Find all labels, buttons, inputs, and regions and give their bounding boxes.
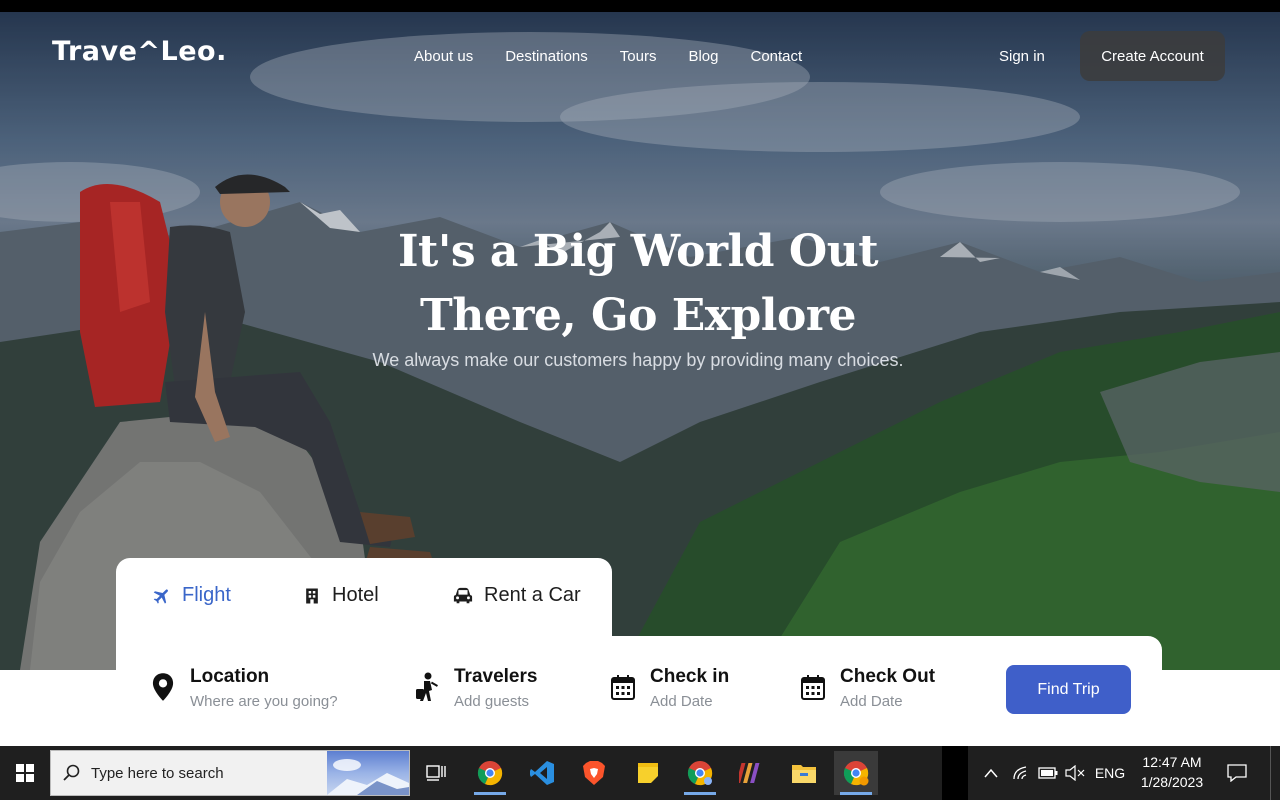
check-out-field[interactable]: Check Out Add Date — [800, 666, 935, 710]
brand-logo[interactable]: Trave^Leo. — [52, 36, 227, 67]
clock-date: 1/28/2023 — [1140, 774, 1204, 790]
taskbar-app-file-explorer[interactable] — [782, 751, 826, 795]
hotel-icon — [306, 588, 318, 603]
chrome-icon — [477, 761, 503, 786]
folder-icon — [792, 765, 816, 783]
calendar-icon — [800, 672, 826, 702]
create-account-button[interactable]: Create Account — [1080, 31, 1225, 81]
input-language-button[interactable]: ENG — [1092, 746, 1128, 800]
task-view-button[interactable] — [414, 751, 458, 795]
nav-links: About us Destinations Tours Blog Contact — [414, 48, 802, 65]
tab-rent-a-car-label: Rent a Car — [484, 584, 581, 606]
hero-headline-line-1: It's a Big World Out — [397, 226, 879, 277]
tab-hotel-label: Hotel — [332, 584, 379, 606]
search-highlight-image — [327, 751, 409, 795]
task-view-icon — [426, 765, 446, 781]
traveler-icon — [414, 672, 440, 702]
brave-icon — [583, 761, 605, 785]
location-pin-icon — [150, 672, 176, 702]
taskbar-separator — [942, 746, 968, 800]
clock-time: 12:47 AM — [1142, 754, 1202, 770]
system-clock[interactable]: 12:47 AM 1/28/2023 — [1130, 752, 1214, 792]
location-field[interactable]: Location Where are you going? — [150, 666, 338, 710]
booking-tabs: Flight Hotel Rent a Car — [116, 558, 612, 648]
taskbar-app-winrar[interactable] — [730, 751, 774, 795]
booking-search-panel: Location Where are you going? Travelers … — [116, 636, 1162, 744]
taskbar-app-chrome-active[interactable] — [834, 751, 878, 795]
screen: Trave^Leo. About us Destinations Tours B… — [0, 0, 1280, 800]
calendar-icon — [610, 672, 636, 702]
nav-link-blog[interactable]: Blog — [688, 48, 718, 65]
travelers-placeholder: Add guests — [454, 693, 530, 710]
network-button[interactable] — [1008, 746, 1034, 800]
tab-hotel[interactable]: Hotel — [302, 584, 379, 607]
check-out-placeholder: Add Date — [840, 693, 903, 710]
show-hidden-icons-button[interactable] — [980, 746, 1002, 800]
vscode-icon — [530, 761, 554, 785]
hero-subheading: We always make our customers happy by pr… — [372, 350, 904, 370]
taskbar-search-box[interactable]: Type here to search — [50, 750, 410, 796]
check-in-label: Check in — [650, 666, 730, 687]
taskbar-app-chrome-profile[interactable] — [678, 751, 722, 795]
taskbar-app-brave[interactable] — [572, 751, 616, 795]
notification-icon — [1227, 764, 1247, 782]
volume-button[interactable] — [1062, 746, 1088, 800]
chevron-up-icon — [984, 768, 998, 778]
travelers-field[interactable]: Travelers Add guests — [414, 666, 537, 710]
wifi-icon — [1013, 766, 1027, 780]
language-indicator: ENG — [1094, 765, 1126, 781]
find-trip-button[interactable]: Find Trip — [1006, 665, 1131, 714]
nav-link-contact[interactable]: Contact — [750, 48, 802, 65]
check-in-placeholder: Add Date — [650, 693, 713, 710]
tab-flight[interactable]: Flight — [152, 584, 231, 607]
check-in-field[interactable]: Check in Add Date — [610, 666, 729, 710]
location-placeholder: Where are you going? — [190, 693, 338, 710]
tab-flight-label: Flight — [182, 584, 231, 606]
sticky-notes-icon — [638, 763, 658, 783]
notifications-button[interactable] — [1222, 746, 1252, 800]
taskbar-search-placeholder: Type here to search — [91, 764, 224, 782]
nav-link-about[interactable]: About us — [414, 48, 473, 65]
car-icon — [453, 587, 473, 603]
check-out-label: Check Out — [840, 666, 936, 687]
nav-link-tours[interactable]: Tours — [620, 48, 657, 65]
chrome-icon — [843, 761, 869, 786]
top-navigation: Trave^Leo. About us Destinations Tours B… — [0, 12, 1280, 102]
start-button[interactable] — [0, 746, 50, 800]
battery-icon — [1038, 767, 1058, 779]
hero-headline: It's a Big World Out There, Go Explore — [340, 220, 936, 348]
travelers-label: Travelers — [454, 666, 538, 687]
plane-icon — [153, 588, 168, 604]
windows-logo-icon — [16, 764, 34, 782]
chrome-icon — [687, 761, 713, 786]
location-label: Location — [190, 666, 270, 687]
taskbar-app-sticky-notes[interactable] — [626, 751, 670, 795]
taskbar-app-vscode[interactable] — [520, 751, 564, 795]
taskbar-app-chrome[interactable] — [468, 751, 512, 795]
show-desktop-button[interactable] — [1270, 746, 1280, 800]
windows-taskbar: Type here to search ENG 12:47 AM 1/28/20… — [0, 746, 1280, 800]
hero-headline-line-2: There, Go Explore — [419, 290, 857, 341]
search-icon — [63, 764, 80, 781]
nav-link-destinations[interactable]: Destinations — [505, 48, 588, 65]
battery-button[interactable] — [1036, 746, 1060, 800]
tab-rent-a-car[interactable]: Rent a Car — [452, 584, 581, 607]
sign-in-link[interactable]: Sign in — [999, 48, 1045, 65]
winrar-icon — [739, 763, 760, 783]
volume-muted-icon — [1065, 765, 1085, 781]
